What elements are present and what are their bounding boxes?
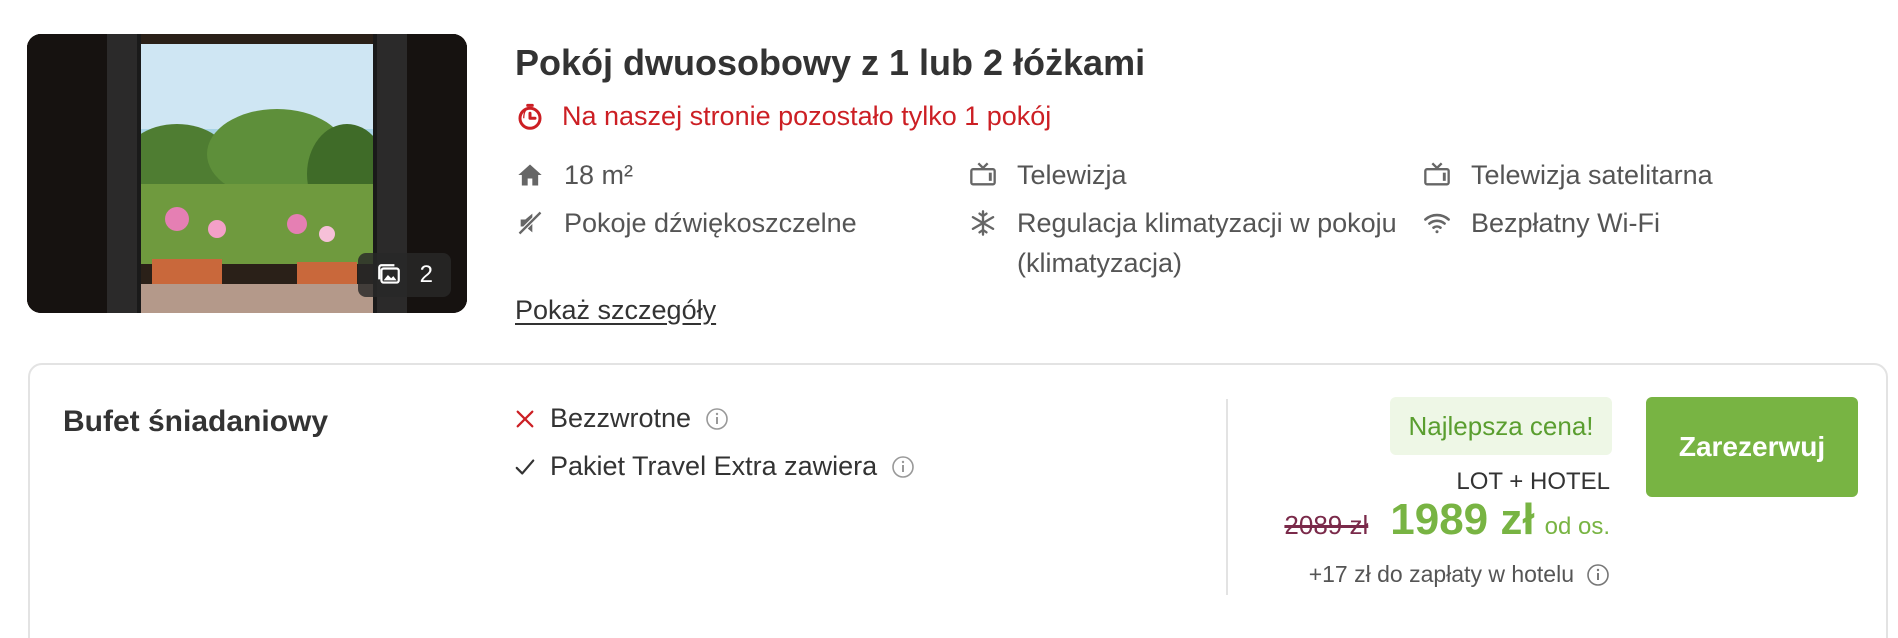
hotel-fee: +17 zł do zapłaty w hotelu: [1309, 561, 1610, 588]
wifi-icon: [1422, 203, 1452, 243]
soundproof-icon: [515, 203, 545, 243]
amenity-satellite-tv: Telewizja satelitarna: [1422, 155, 1713, 195]
amenity-label: Telewizja: [1017, 160, 1127, 190]
amenity-label: 18 m²: [564, 160, 634, 190]
reserve-button[interactable]: Zarezerwuj: [1646, 397, 1858, 497]
price-row: 2089 zł 1989 zł od os.: [1284, 495, 1610, 545]
show-details-link[interactable]: Pokaż szczegóły: [515, 295, 716, 326]
package-type: LOT + HOTEL: [1456, 468, 1610, 495]
hotel-fee-text: +17 zł do zapłaty w hotelu: [1308, 561, 1574, 587]
info-icon[interactable]: [891, 455, 915, 479]
offer-divider: [1226, 399, 1228, 595]
tv-icon: [1422, 155, 1452, 195]
snowflake-icon: [968, 203, 998, 243]
condition-label: Pakiet Travel Extra zawiera: [550, 451, 878, 481]
photo-count: 2: [419, 261, 433, 288]
info-icon[interactable]: [1586, 563, 1610, 587]
amenity-label: Bezpłatny Wi-Fi: [1471, 208, 1661, 238]
room-title: Pokój dwuosobowy z 1 lub 2 łóżkami: [515, 42, 1146, 83]
new-price: 1989 zł: [1390, 495, 1535, 544]
availability-text: Na naszej stronie pozostało tylko 1 pokó…: [562, 101, 1052, 131]
condition-label: Bezzwrotne: [550, 403, 692, 433]
house-icon: [515, 155, 545, 195]
check-icon: [514, 456, 536, 478]
room-photo[interactable]: 2: [27, 34, 467, 313]
photo-count-badge[interactable]: 2: [357, 253, 451, 297]
board-type: Bufet śniadaniowy: [63, 405, 329, 438]
tv-icon: [968, 155, 998, 195]
amenity-tv: Telewizja: [968, 155, 1127, 195]
condition-travel-extra: Pakiet Travel Extra zawiera: [514, 451, 915, 482]
amenity-soundproof: Pokoje dźwiękoszczelne: [515, 203, 857, 243]
gallery-icon: [376, 262, 402, 288]
amenity-label: Pokoje dźwiękoszczelne: [564, 208, 857, 238]
amenity-label: Telewizja satelitarna: [1471, 160, 1713, 190]
old-price: 2089 zł: [1284, 510, 1369, 540]
condition-non-refundable: Bezzwrotne: [514, 403, 729, 434]
amenity-label: Regulacja klimatyzacji w pokoju (klimaty…: [1017, 208, 1397, 278]
per-person-label: od os.: [1544, 513, 1610, 540]
best-price-badge: Najlepsza cena!: [1390, 397, 1612, 455]
info-icon[interactable]: [705, 407, 729, 431]
amenity-area: 18 m²: [515, 155, 633, 195]
cross-icon: [514, 408, 536, 430]
amenity-air-conditioning: Regulacja klimatyzacji w pokoju (klimaty…: [968, 203, 1417, 283]
availability-notice: Na naszej stronie pozostało tylko 1 pokó…: [515, 101, 1051, 132]
stopwatch-icon: [515, 102, 545, 132]
amenity-wifi: Bezpłatny Wi-Fi: [1422, 203, 1660, 243]
offer-card: Bufet śniadaniowy Bezzwrotne Pakiet Trav…: [28, 363, 1888, 638]
